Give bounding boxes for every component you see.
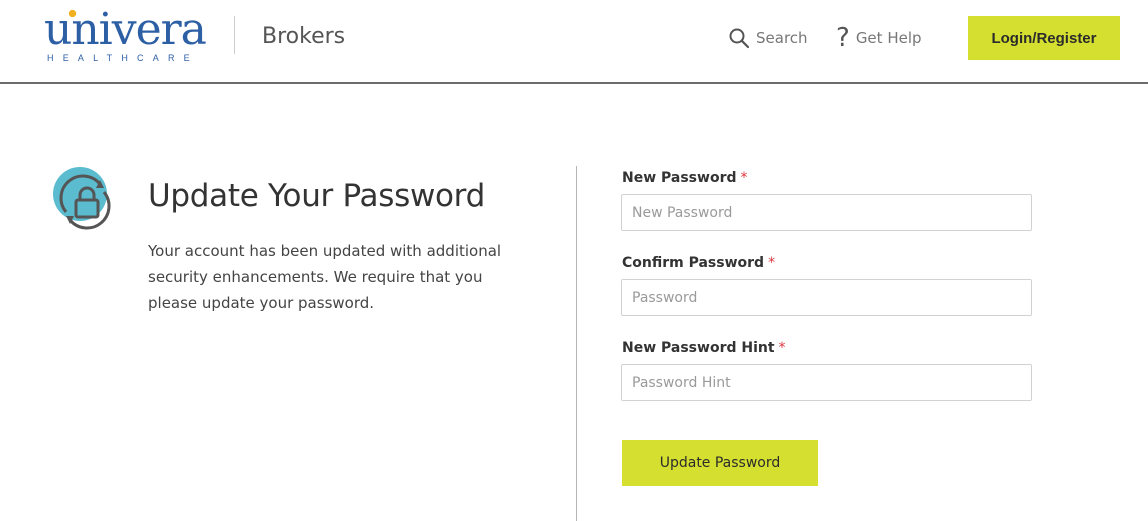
lock-refresh-icon — [53, 167, 111, 230]
confirm-password-label: Confirm Password * — [622, 255, 775, 271]
new-password-label-text: New Password — [622, 170, 737, 186]
header-divider — [234, 16, 235, 54]
search-link[interactable]: Search — [728, 25, 808, 51]
password-hint-input[interactable] — [621, 364, 1032, 401]
site-header: univera HEALTHCARE Brokers Search ? Get … — [0, 0, 1148, 84]
search-label: Search — [756, 29, 808, 47]
required-marker: * — [740, 170, 748, 186]
confirm-password-label-text: Confirm Password — [622, 255, 765, 271]
new-password-label: New Password * — [622, 170, 748, 186]
login-register-button[interactable]: Login/Register — [968, 16, 1120, 60]
logo-subtitle: HEALTHCARE — [47, 53, 199, 63]
get-help-link[interactable]: ? Get Help — [836, 25, 922, 51]
page-description: Your account has been updated with addit… — [148, 242, 502, 312]
page-title: Update Your Password — [148, 178, 485, 214]
required-marker: * — [768, 255, 776, 271]
get-help-label: Get Help — [855, 29, 922, 47]
confirm-password-input[interactable] — [621, 279, 1032, 316]
search-icon — [729, 28, 750, 49]
password-hint-label-text: New Password Hint — [622, 340, 775, 356]
column-divider — [576, 166, 577, 521]
password-hint-label: New Password Hint * — [622, 340, 786, 356]
page: univera HEALTHCARE Brokers Search ? Get … — [0, 0, 1148, 521]
univera-healthcare-logo[interactable]: univera HEALTHCARE — [44, 6, 214, 68]
required-marker: * — [778, 340, 786, 356]
new-password-input[interactable] — [621, 194, 1032, 231]
section-title: Brokers — [262, 24, 346, 49]
question-mark-icon: ? — [836, 23, 850, 53]
update-password-button[interactable]: Update Password — [622, 440, 818, 486]
logo-star-icon — [68, 9, 77, 18]
